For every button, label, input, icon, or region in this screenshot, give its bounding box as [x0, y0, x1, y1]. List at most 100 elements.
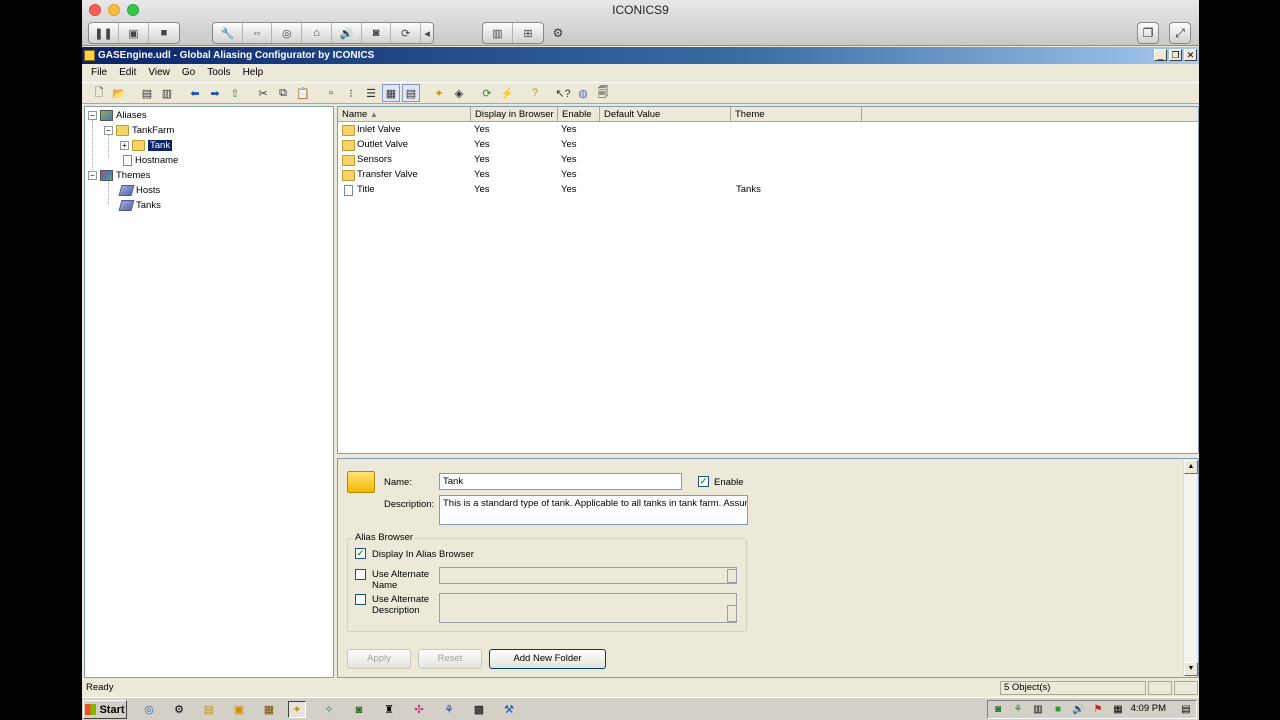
tree-node-hostname[interactable]: Hostname: [123, 153, 178, 167]
tree-node-tankfarm[interactable]: − TankFarm: [104, 123, 174, 137]
list-row[interactable]: Outlet Valve Yes Yes: [338, 138, 1198, 153]
minimize-button[interactable]: _: [1154, 49, 1167, 61]
tree-node-hosts[interactable]: Hosts: [118, 183, 160, 197]
split-icon[interactable]: ⊞: [513, 23, 543, 43]
list-row[interactable]: Title Yes Yes Tanks: [338, 183, 1198, 198]
paste-icon[interactable]: 📋: [294, 84, 312, 102]
snapshot-icon[interactable]: ▣: [119, 23, 149, 43]
explorer-icon[interactable]: ▤: [200, 701, 218, 718]
window-mode-icon[interactable]: ❐: [1137, 22, 1159, 44]
resolve-icon[interactable]: ⚡: [498, 84, 516, 102]
scroll-down-icon[interactable]: ▼: [1184, 662, 1198, 676]
tray-monitor-icon[interactable]: ◙: [992, 704, 1004, 716]
whats-this-icon[interactable]: ↖?: [554, 84, 572, 102]
back-icon[interactable]: ⬅: [186, 84, 204, 102]
stop-icon[interactable]: ■: [149, 23, 179, 43]
tree-node-tanks[interactable]: Tanks: [118, 198, 161, 212]
volume-icon[interactable]: 🔊: [1072, 704, 1084, 716]
menu-view[interactable]: View: [142, 67, 176, 78]
close-button[interactable]: ✕: [1184, 49, 1197, 61]
alt-desc-input[interactable]: [439, 593, 737, 623]
list-row[interactable]: Sensors Yes Yes: [338, 153, 1198, 168]
pause-icon[interactable]: ❚❚: [89, 23, 119, 43]
columns-icon[interactable]: ▥: [483, 23, 513, 43]
reset-button[interactable]: Reset: [418, 649, 482, 669]
network-tool-icon[interactable]: ✣: [410, 701, 428, 718]
restore-button[interactable]: ❐: [1169, 49, 1182, 61]
tree-node-themes[interactable]: − Themes: [88, 168, 150, 182]
scroll-up-icon[interactable]: ▲: [1184, 460, 1198, 474]
expand-icon[interactable]: +: [120, 140, 129, 150]
tray-tool-icon[interactable]: ⚘: [1012, 704, 1024, 716]
tray-extra-icon[interactable]: ▤: [1180, 704, 1192, 716]
alt-desc-scrollbar[interactable]: [727, 605, 737, 622]
server-icon[interactable]: ▩: [470, 701, 488, 718]
sound-icon[interactable]: 🔊: [332, 23, 362, 43]
column-header-display[interactable]: Display in Browser: [471, 107, 558, 122]
large-icons-icon[interactable]: ▫: [322, 84, 340, 102]
menu-edit[interactable]: Edit: [113, 67, 142, 78]
workbench-icon[interactable]: ▣: [230, 701, 248, 718]
tray-network-icon[interactable]: ▦: [1112, 704, 1124, 716]
monitor-icon[interactable]: ◙: [350, 701, 368, 718]
fullscreen-icon[interactable]: ⤢: [1169, 22, 1191, 44]
use-alt-name-checkbox[interactable]: [355, 569, 366, 580]
data-explorer-icon[interactable]: ✧: [320, 701, 338, 718]
forward-icon[interactable]: ➡: [206, 84, 224, 102]
new-theme-icon[interactable]: ◈: [450, 84, 468, 102]
properties-icon[interactable]: 🗐: [594, 84, 612, 102]
start-button[interactable]: Start: [83, 700, 127, 719]
add-new-folder-button[interactable]: Add New Folder: [489, 649, 606, 669]
preview-pane-icon[interactable]: ▤: [402, 84, 420, 102]
camera-icon[interactable]: ◙: [362, 23, 392, 43]
description-input[interactable]: This is a standard type of tank. Applica…: [439, 495, 748, 525]
collapse-icon[interactable]: −: [88, 110, 97, 120]
aliasing-configurator-icon[interactable]: ✦: [288, 701, 306, 718]
tray-status-icon[interactable]: ■: [1052, 704, 1064, 716]
enable-checkbox[interactable]: ✓: [698, 476, 709, 487]
alt-name-input[interactable]: [439, 567, 737, 584]
new-icon[interactable]: 🗋: [90, 84, 108, 102]
tray-alert-icon[interactable]: ⚑: [1092, 704, 1104, 716]
display-in-browser-checkbox[interactable]: ✓: [355, 548, 366, 559]
menu-file[interactable]: File: [85, 67, 113, 78]
network-icon[interactable]: ⇔: [243, 23, 273, 43]
column-header-theme[interactable]: Theme: [731, 107, 862, 122]
config-icon[interactable]: ⚒: [500, 701, 518, 718]
disk-icon[interactable]: ◎: [272, 23, 303, 43]
detail-scrollbar[interactable]: ▲ ▼: [1183, 460, 1198, 676]
apply-button[interactable]: Apply: [347, 649, 411, 669]
list-row[interactable]: Transfer Valve Yes Yes: [338, 168, 1198, 183]
new-alias-icon[interactable]: ✦: [430, 84, 448, 102]
column-header-name[interactable]: Name ▲: [338, 107, 471, 122]
settings-wrench-icon[interactable]: 🔧: [213, 23, 243, 43]
name-input[interactable]: Tank: [439, 473, 682, 490]
refresh-icon[interactable]: ⟳: [478, 84, 496, 102]
details-view-icon[interactable]: ▦: [382, 84, 400, 102]
use-alt-desc-checkbox[interactable]: [355, 594, 366, 605]
save-all-icon[interactable]: ▥: [158, 84, 176, 102]
cut-icon[interactable]: ✂: [254, 84, 272, 102]
trend-icon[interactable]: ▦: [260, 701, 278, 718]
chevron-left-icon[interactable]: ◂: [421, 23, 433, 43]
connector-icon[interactable]: ⚘: [440, 701, 458, 718]
list-row[interactable]: Inlet Valve Yes Yes: [338, 123, 1198, 138]
app-launcher-icon[interactable]: ⚙: [170, 701, 188, 718]
sync-icon[interactable]: ⟳: [391, 23, 422, 43]
browser-icon[interactable]: ◎: [140, 701, 158, 718]
help-icon[interactable]: ?: [526, 84, 544, 102]
lock-icon[interactable]: ⌂: [302, 23, 332, 43]
alt-name-scrollbar[interactable]: [727, 569, 737, 583]
tool-icon[interactable]: ♜: [380, 701, 398, 718]
open-icon[interactable]: 📂: [110, 84, 128, 102]
collapse-icon[interactable]: −: [88, 170, 97, 180]
tree-node-tank[interactable]: + Tank: [120, 138, 173, 152]
tree-node-aliases[interactable]: − Aliases: [88, 108, 147, 122]
save-icon[interactable]: ▤: [138, 84, 156, 102]
menu-help[interactable]: Help: [237, 67, 270, 78]
up-folder-icon[interactable]: ⇧: [226, 84, 244, 102]
column-header-enable[interactable]: Enable: [558, 107, 600, 122]
column-header-default[interactable]: Default Value: [600, 107, 731, 122]
menu-go[interactable]: Go: [176, 67, 201, 78]
connect-icon[interactable]: ◍: [574, 84, 592, 102]
